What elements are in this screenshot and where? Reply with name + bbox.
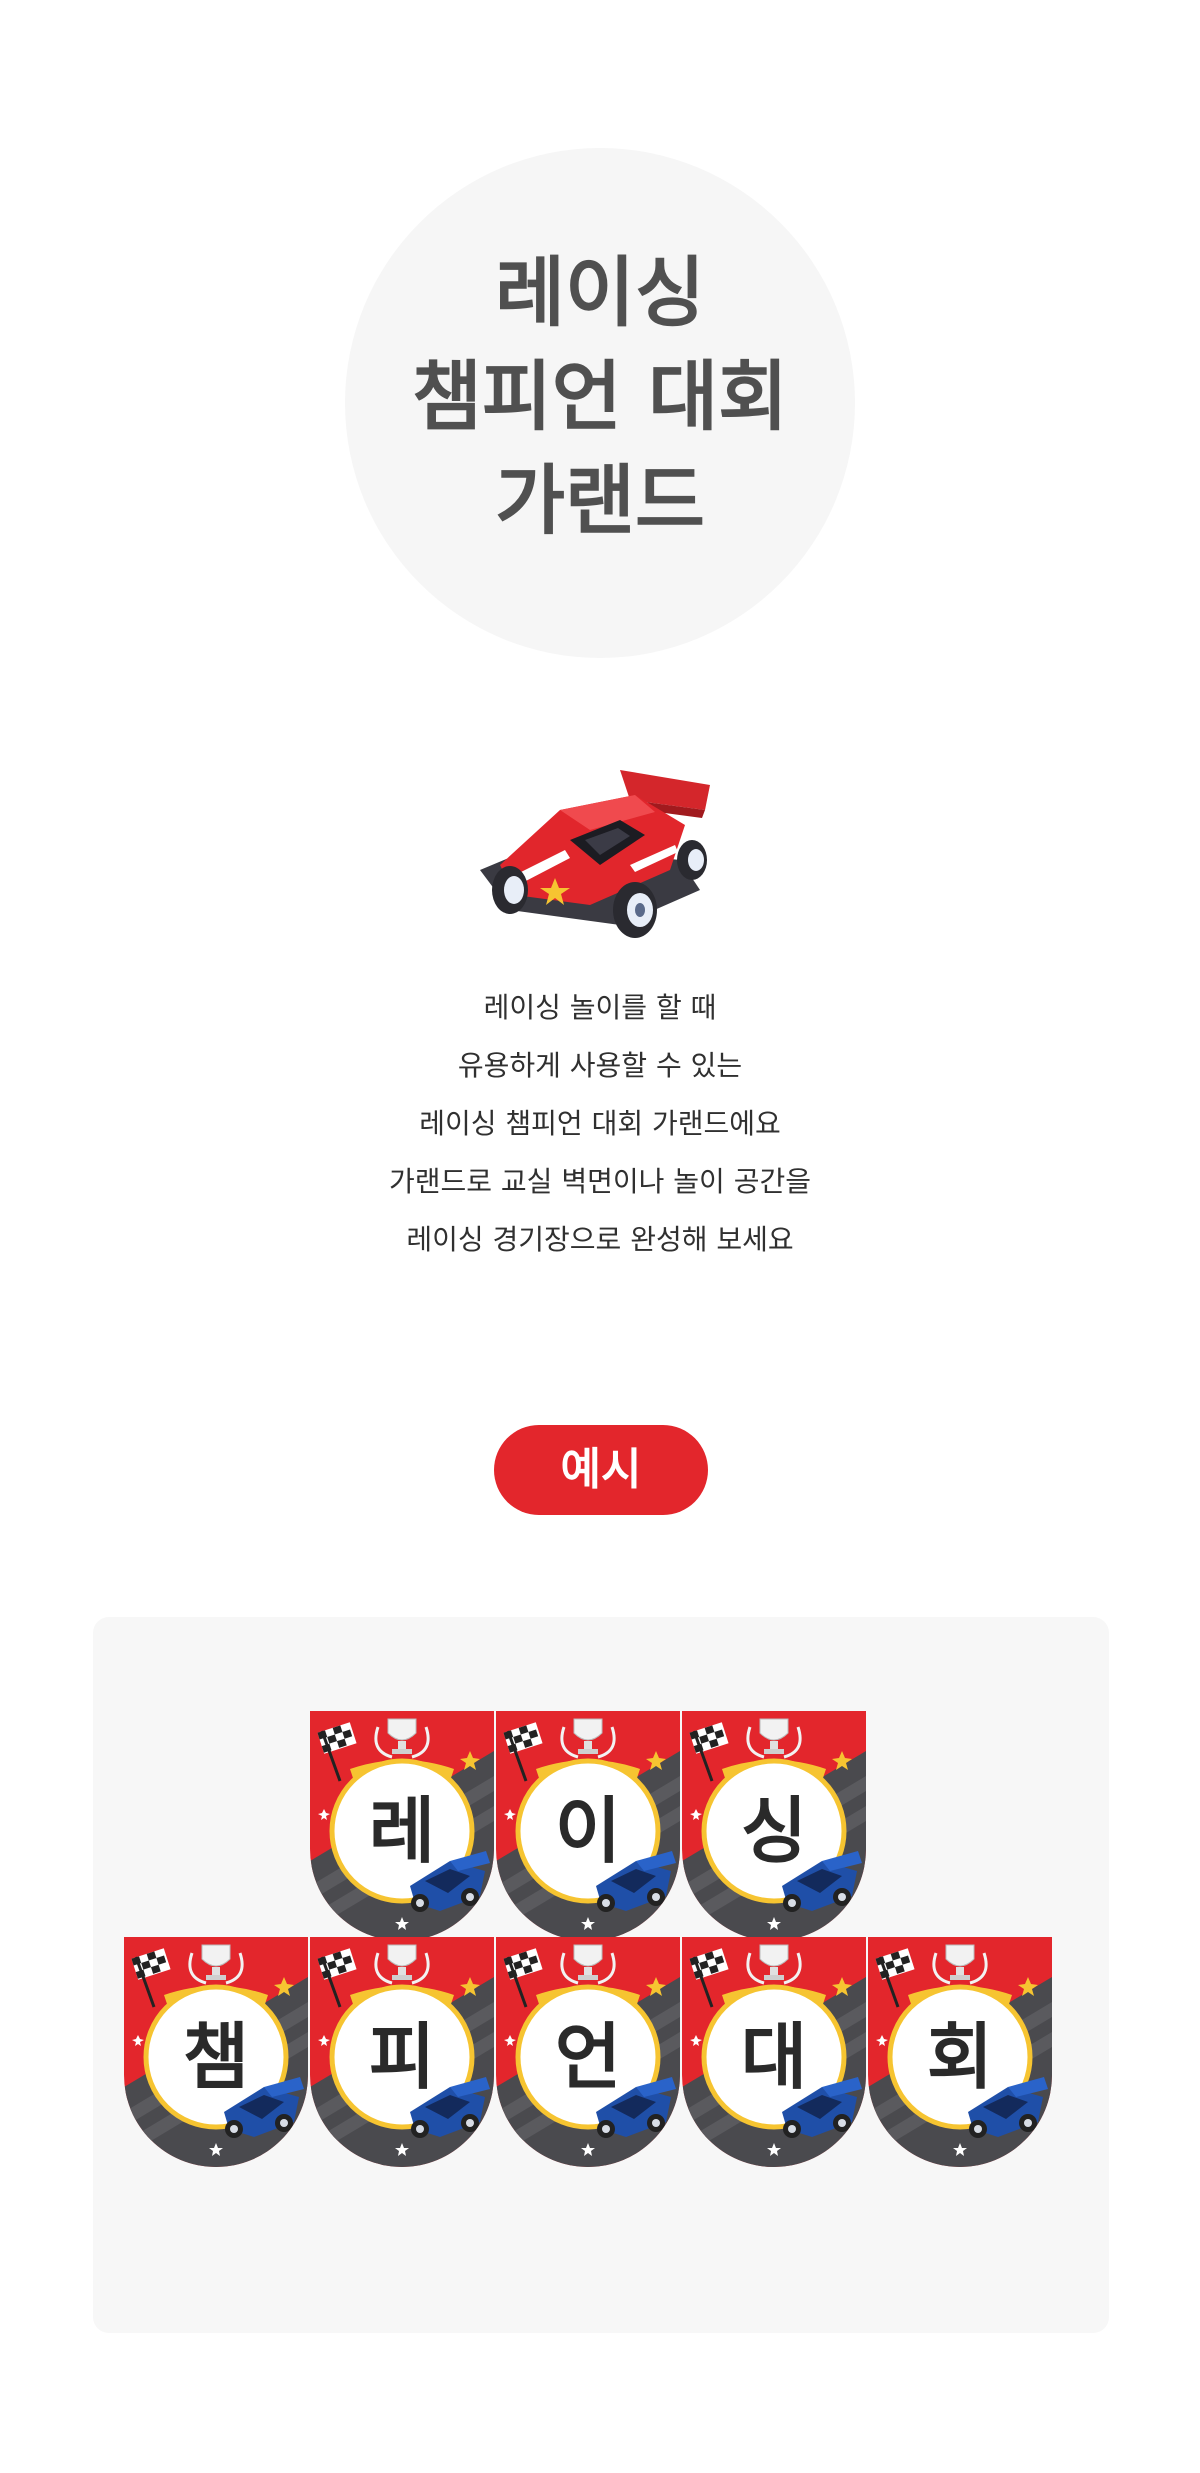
garland-pennant: 언 — [496, 1937, 680, 2167]
example-badge: 예시 — [494, 1425, 708, 1515]
page-title-line-1: 레이싱 — [495, 248, 705, 337]
pennant-letter: 싱 — [740, 1789, 808, 1873]
garland-pennant: 피 — [310, 1937, 494, 2167]
description-line-5: 레이싱 경기장으로 완성해 보세요 — [406, 1223, 794, 1256]
garland-pennant: 싱 — [682, 1711, 866, 1941]
pennant-letter: 이 — [554, 1789, 622, 1873]
garland-pennant: 회 — [868, 1937, 1052, 2167]
pennant-letter: 챔 — [182, 2015, 250, 2099]
description-line-1: 레이싱 놀이를 할 때 — [483, 991, 717, 1024]
page-title-line-3: 가랜드 — [495, 456, 705, 545]
page-title-line-2: 챔피언 대회 — [411, 352, 789, 441]
garland-pennant: 대 — [682, 1937, 866, 2167]
description-line-4: 가랜드로 교실 벽면이나 놀이 공간을 — [388, 1165, 811, 1198]
pennant-letter: 피 — [368, 2015, 436, 2099]
pennant-letter: 대 — [740, 2015, 808, 2099]
garland-pennant: 이 — [496, 1711, 680, 1941]
garland-pennant: 챔 — [124, 1937, 308, 2167]
description-line-3: 레이싱 챔피언 대회 가랜드에요 — [419, 1107, 781, 1140]
race-car-icon — [470, 750, 730, 950]
pennant-letter: 언 — [554, 2015, 622, 2099]
garland-pennant: 레 — [310, 1711, 494, 1941]
pennant-letter: 레 — [368, 1789, 436, 1873]
description-line-2: 유용하게 사용할 수 있는 — [457, 1049, 743, 1082]
pennant-letter: 회 — [926, 2015, 994, 2099]
